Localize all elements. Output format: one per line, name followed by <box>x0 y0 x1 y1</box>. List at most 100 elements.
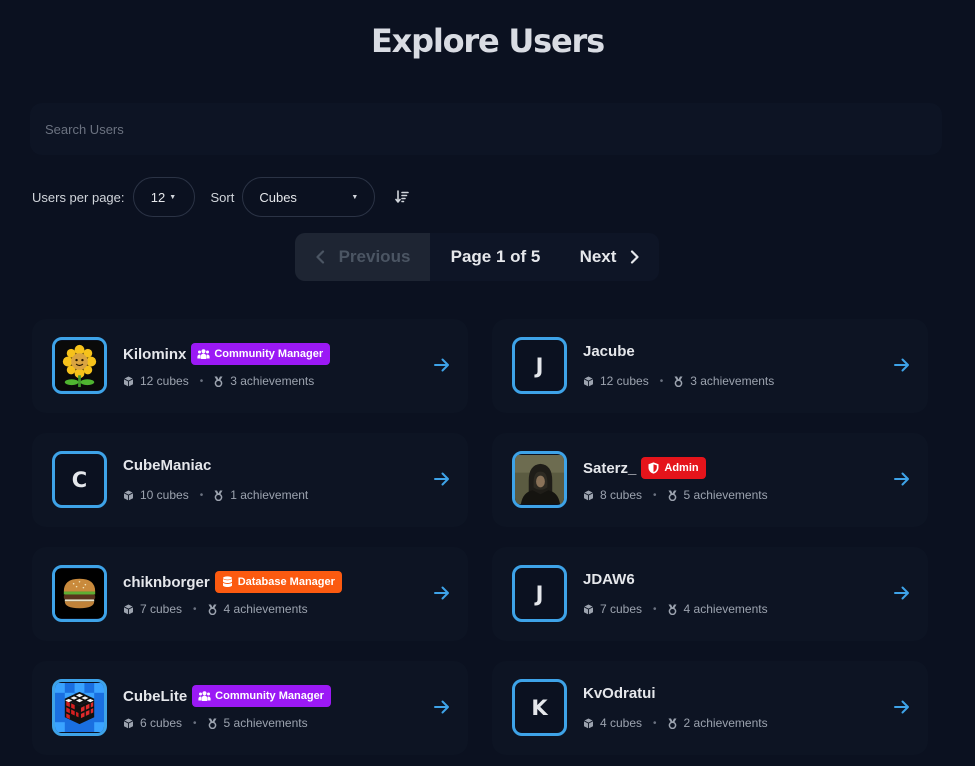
users-icon <box>198 691 211 701</box>
avatar-initial: J <box>535 581 544 606</box>
achievement-count: 4 achievements <box>683 602 768 616</box>
arrow-right-icon[interactable] <box>894 586 910 600</box>
caret-down-icon: ▼ <box>169 193 177 201</box>
cube-count: 7 cubes <box>600 602 643 616</box>
avatar-initial: J <box>535 353 544 378</box>
avatar: C <box>52 451 107 508</box>
arrow-right-icon[interactable] <box>434 700 450 714</box>
username: chiknborger <box>123 573 210 591</box>
achievement-count: 5 achievements <box>683 488 768 502</box>
username-row: CubeLite Community Manager <box>123 685 331 707</box>
caret-down-icon: ▼ <box>351 193 359 201</box>
user-stats: 7 cubes • 4 achievements <box>123 602 308 616</box>
medal-icon <box>668 718 677 729</box>
username-row: Saterz_ Admin <box>583 457 706 479</box>
user-stats: 10 cubes • 1 achievement <box>123 488 308 502</box>
achievement-count: 5 achievements <box>223 716 308 730</box>
cube-icon <box>583 376 594 386</box>
user-card[interactable]: chiknborger Database Manager 7 cubes • 4… <box>32 547 468 641</box>
search-bar <box>30 103 942 155</box>
sort-label: Sort <box>210 189 235 205</box>
list-controls: Users per page: 12 ▼ Sort Cubes ▼ <box>32 177 410 217</box>
cube-icon <box>123 718 134 728</box>
medal-icon <box>668 490 677 501</box>
database-manager-badge: Database Manager <box>214 571 342 593</box>
achievement-count: 1 achievement <box>230 488 309 502</box>
username: Jacube <box>583 343 635 360</box>
user-card[interactable]: J Jacube 12 cubes • 3 achievements <box>492 319 928 413</box>
next-page-button[interactable]: Next <box>561 233 659 281</box>
per-page-select[interactable]: 12 ▼ <box>132 177 195 217</box>
user-card[interactable]: Kilominx Community Manager 12 cubes • 3 … <box>32 319 468 413</box>
arrow-right-icon[interactable] <box>434 358 450 372</box>
rubiks-cube-avatar-image <box>55 683 104 732</box>
separator-dot: • <box>193 603 197 615</box>
separator-dot: • <box>199 375 204 387</box>
arrow-right-icon[interactable] <box>894 472 910 486</box>
avatar-initial: K <box>531 695 548 720</box>
separator-dot: • <box>653 489 657 501</box>
arrow-right-icon[interactable] <box>434 586 450 600</box>
separator-dot: • <box>659 375 664 387</box>
avatar-initial: C <box>71 467 88 492</box>
avatar: K <box>512 679 567 736</box>
cube-count: 12 cubes <box>140 374 189 388</box>
previous-page-button[interactable]: Previous <box>295 233 430 281</box>
users-icon <box>197 349 210 359</box>
cube-count: 7 cubes <box>140 602 183 616</box>
username-row: KvOdratui <box>583 685 656 702</box>
cube-icon <box>123 376 134 386</box>
sort-direction-icon[interactable] <box>395 190 410 204</box>
sunflower-avatar-image <box>55 341 104 390</box>
medal-icon <box>208 718 217 729</box>
user-stats: 7 cubes • 4 achievements <box>583 602 768 616</box>
cube-icon <box>583 490 594 500</box>
avatar: J <box>512 337 567 394</box>
search-input[interactable] <box>30 103 942 155</box>
hooded-figure-avatar-image <box>515 455 564 504</box>
next-label: Next <box>579 247 617 266</box>
arrow-right-icon[interactable] <box>894 700 910 714</box>
cube-count: 12 cubes <box>600 374 649 388</box>
medal-icon <box>214 376 223 387</box>
arrow-right-icon[interactable] <box>434 472 450 486</box>
medal-icon <box>674 376 683 387</box>
separator-dot: • <box>653 717 657 729</box>
user-card[interactable]: C CubeManiac 10 cubes • 1 achievement <box>32 433 468 527</box>
page-title: Explore Users <box>371 22 605 60</box>
user-card[interactable]: CubeLite Community Manager 6 cubes • 5 a… <box>32 661 468 755</box>
badge-label: Community Manager <box>214 348 324 360</box>
cube-icon <box>123 490 134 500</box>
medal-icon <box>668 604 677 615</box>
per-page-value: 12 <box>150 189 166 205</box>
avatar <box>512 451 567 508</box>
user-stats: 4 cubes • 2 achievements <box>583 716 768 730</box>
shield-icon <box>648 462 659 474</box>
database-icon <box>222 576 232 587</box>
cube-count: 10 cubes <box>140 488 189 502</box>
avatar <box>52 565 107 622</box>
avatar <box>52 337 107 394</box>
avatar <box>52 679 107 736</box>
chevron-right-icon <box>631 250 640 264</box>
username: Saterz_ <box>583 459 637 477</box>
achievement-count: 3 achievements <box>230 374 315 388</box>
medal-icon <box>214 490 223 501</box>
burger-avatar-image <box>55 569 104 618</box>
user-card[interactable]: J JDAW6 7 cubes • 4 achievements <box>492 547 928 641</box>
username: Kilominx <box>123 345 187 363</box>
user-card[interactable]: K KvOdratui 4 cubes • 2 achievements <box>492 661 928 755</box>
chevron-left-icon <box>315 250 324 264</box>
cube-icon <box>583 718 594 728</box>
admin-badge: Admin <box>641 457 706 479</box>
sort-select[interactable]: Cubes ▼ <box>242 177 376 217</box>
username-row: Jacube <box>583 343 635 360</box>
pagination: Previous Page 1 of 5 Next <box>295 233 659 281</box>
achievement-count: 4 achievements <box>223 602 308 616</box>
separator-dot: • <box>199 489 204 501</box>
previous-label: Previous <box>338 247 411 266</box>
arrow-right-icon[interactable] <box>894 358 910 372</box>
sort-value: Cubes <box>259 189 297 205</box>
per-page-label: Users per page: <box>32 189 125 205</box>
user-card[interactable]: Saterz_ Admin 8 cubes • 5 achievements <box>492 433 928 527</box>
